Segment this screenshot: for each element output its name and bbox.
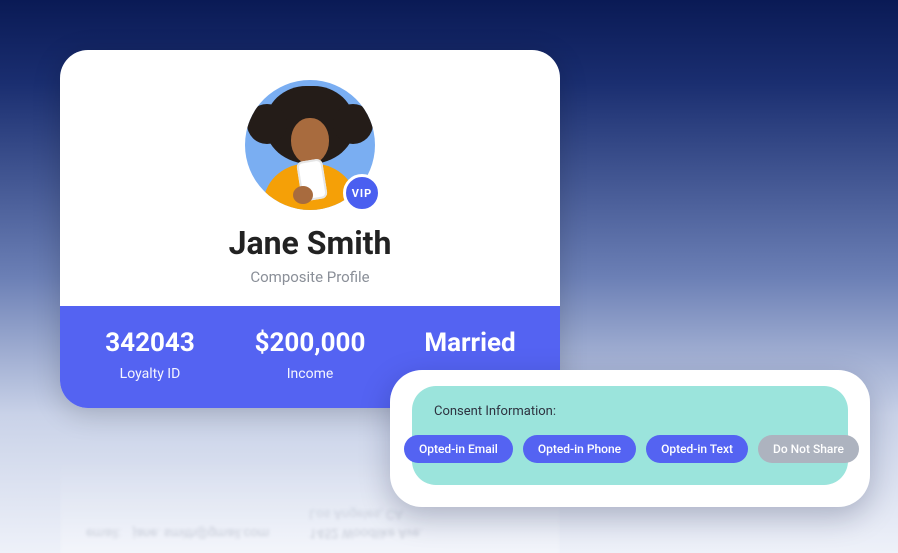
consent-chip-email[interactable]: Opted-in Email (404, 435, 513, 463)
profile-header: VIP Jane Smith Composite Profile (60, 50, 560, 306)
consent-chip-text[interactable]: Opted-in Text (646, 435, 748, 463)
avatar-container: VIP (245, 80, 375, 210)
consent-chip-phone[interactable]: Opted-in Phone (523, 435, 636, 463)
profile-name: Jane Smith (229, 224, 392, 262)
consent-title: Consent Information: (434, 404, 826, 419)
stat-loyalty-id: 342043 Loyalty ID (70, 328, 230, 382)
consent-inner: Consent Information: Opted-in Email Opte… (412, 386, 848, 485)
consent-panel: Consent Information: Opted-in Email Opte… (390, 370, 870, 507)
consent-chip-do-not-share[interactable]: Do Not Share (758, 435, 859, 463)
reflection-city: Los Angeles, CA (309, 506, 423, 521)
stat-income: $200,000 Income (230, 328, 390, 382)
stat-label: Income (230, 366, 390, 382)
vip-badge-text: VIP (352, 187, 373, 200)
stat-value: $200,000 (230, 328, 390, 358)
reflection-email-label: email: (86, 438, 121, 540)
reflection-email-value: jane. smith@gmail.com (133, 438, 269, 540)
stat-value: Married (390, 328, 550, 358)
consent-chip-row: Opted-in Email Opted-in Phone Opted-in T… (404, 435, 856, 463)
stat-value: 342043 (70, 328, 230, 358)
vip-badge: VIP (343, 174, 381, 212)
profile-subtitle: Composite Profile (250, 268, 369, 286)
reflection-address: 1452 Woodlike Ave. (309, 525, 423, 540)
stat-label: Loyalty ID (70, 366, 230, 382)
profile-card: VIP Jane Smith Composite Profile 342043 … (60, 50, 560, 408)
